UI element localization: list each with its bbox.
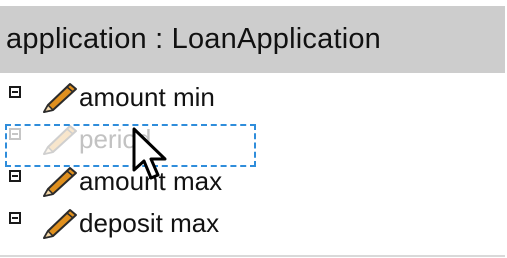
collapse-toggle-icon[interactable] xyxy=(9,170,21,182)
class-node-header[interactable]: application : LoanApplication xyxy=(0,6,505,73)
field-row-period[interactable]: period xyxy=(0,120,505,162)
field-row-deposit-max[interactable]: deposit max xyxy=(0,204,505,246)
class-node-title: application : LoanApplication xyxy=(6,23,382,55)
collapse-toggle-icon[interactable] xyxy=(9,212,21,224)
pencil-icon xyxy=(43,209,77,239)
pencil-icon xyxy=(43,167,77,197)
pencil-icon xyxy=(43,83,77,113)
panel-bottom-divider xyxy=(0,255,505,257)
class-node-panel[interactable]: application : LoanApplication amount min… xyxy=(0,0,505,258)
field-list: amount min period amount max deposit max xyxy=(0,78,505,246)
pencil-icon xyxy=(43,125,77,155)
field-row-amount-max[interactable]: amount max xyxy=(0,162,505,204)
field-label: amount min xyxy=(79,82,215,112)
field-label: deposit max xyxy=(79,208,220,238)
mouse-pointer-icon xyxy=(132,127,167,180)
collapse-toggle-icon[interactable] xyxy=(9,128,21,140)
field-row-amount-min[interactable]: amount min xyxy=(0,78,505,120)
collapse-toggle-icon[interactable] xyxy=(9,86,21,98)
